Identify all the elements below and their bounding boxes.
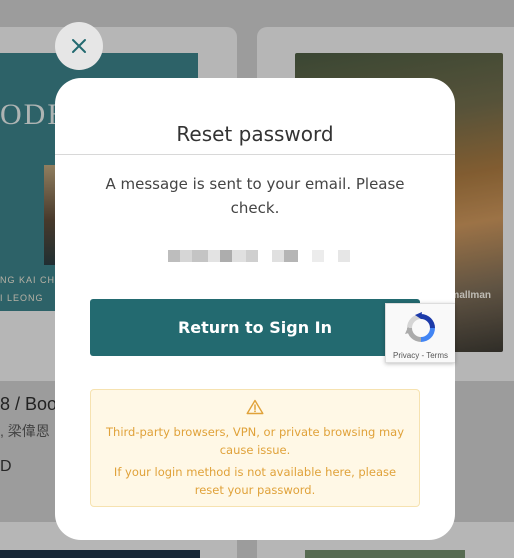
recaptcha-badge[interactable]: Privacy - Terms (385, 303, 455, 363)
recaptcha-terms-link[interactable]: Terms (426, 351, 448, 360)
title-divider (55, 154, 455, 155)
dialog-message: A message is sent to your email. Please … (105, 175, 405, 217)
recaptcha-icon (405, 312, 435, 342)
close-icon (72, 39, 86, 53)
recaptcha-links: Privacy - Terms (386, 351, 455, 360)
notice-text-reset: If your login method is not available he… (113, 465, 397, 497)
dialog-title: Reset password (176, 122, 334, 146)
notice-text-browsers: Third-party browsers, VPN, or private br… (106, 425, 404, 457)
return-to-sign-in-button[interactable]: Return to Sign In (90, 299, 420, 356)
warning-icon (246, 399, 264, 415)
warning-notice: Third-party browsers, VPN, or private br… (90, 389, 420, 507)
masked-email (168, 250, 352, 262)
recaptcha-privacy-link[interactable]: Privacy (393, 351, 419, 360)
close-button[interactable] (55, 22, 103, 70)
